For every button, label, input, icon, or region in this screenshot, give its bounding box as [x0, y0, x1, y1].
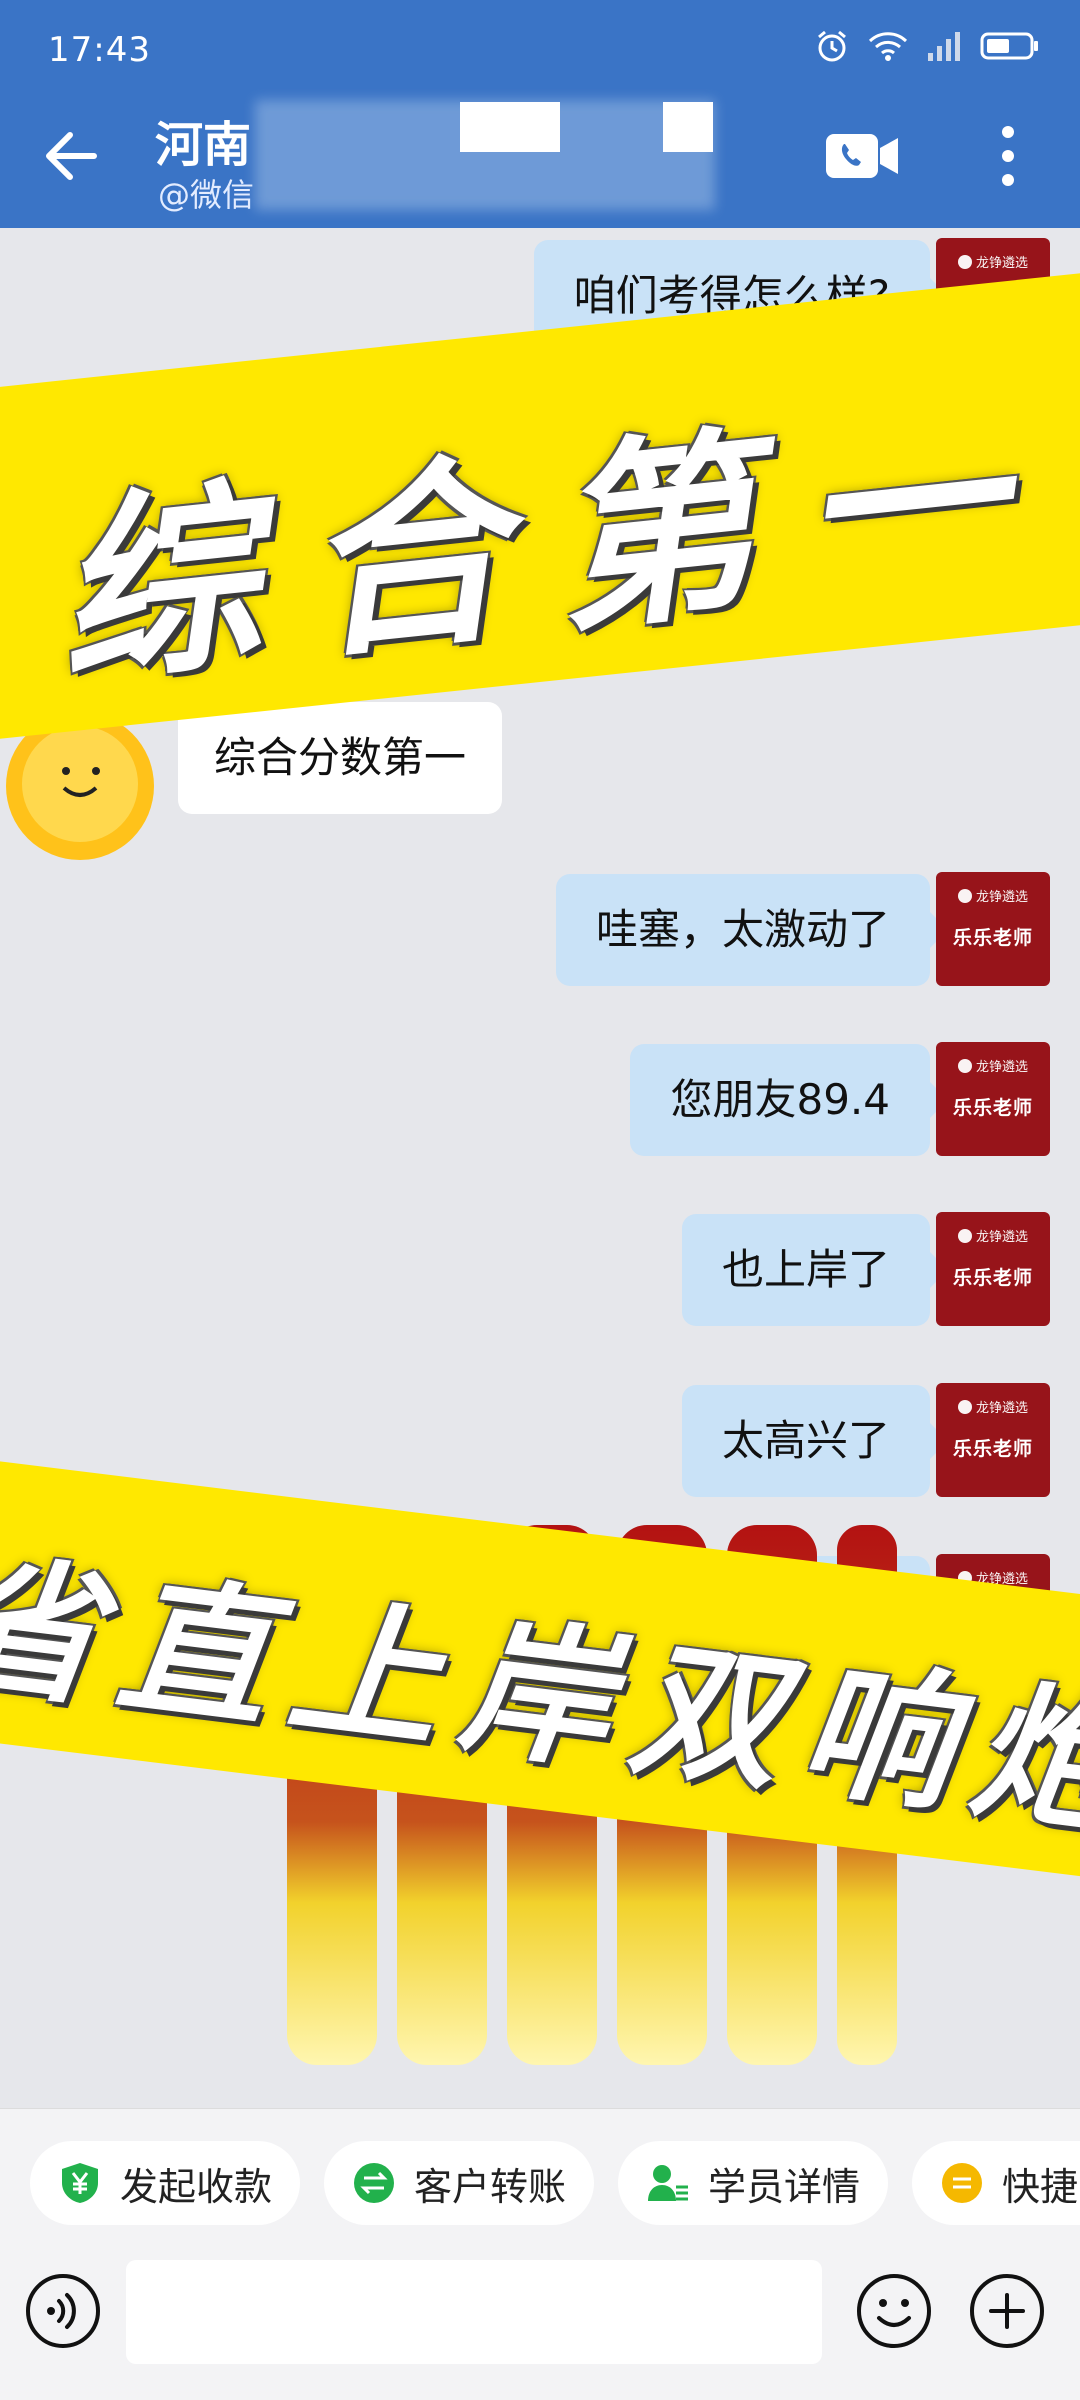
top-bar: 17:43 河南 @微信	[0, 0, 1080, 228]
quick-action-label: 快捷	[1002, 2164, 1079, 2209]
quick-action-quick-reply[interactable]: 快捷	[912, 2141, 1080, 2225]
avatar-brand: 龙铮遴选	[936, 886, 1050, 905]
message-bubble-out[interactable]: 太高兴了	[681, 1385, 949, 1497]
avatar-brand: 龙铮遴选	[936, 1056, 1050, 1075]
teacher-avatar[interactable]: 龙铮遴选 乐乐老师	[936, 1383, 1050, 1497]
message-bubble-out[interactable]: 也上岸了	[681, 1214, 949, 1326]
status-time: 17:43	[48, 30, 151, 70]
status-icons	[814, 28, 1040, 64]
signal-icon	[928, 32, 960, 61]
redaction-box	[460, 102, 560, 152]
battery-icon	[980, 32, 1038, 60]
transfer-icon	[352, 2161, 396, 2205]
avatar-name: 乐乐老师	[952, 1267, 1033, 1289]
plus-icon[interactable]	[968, 2272, 1046, 2350]
quick-action-label: 学员详情	[708, 2164, 861, 2209]
avatar-name: 乐乐老师	[952, 927, 1033, 949]
quick-reply-icon	[940, 2161, 984, 2205]
yuan-shield-icon	[58, 2161, 102, 2205]
teacher-avatar[interactable]: 龙铮遴选 乐乐老师	[936, 1042, 1050, 1156]
back-arrow-icon[interactable]	[34, 118, 110, 194]
voice-input-icon[interactable]	[24, 2272, 102, 2350]
more-options-icon[interactable]	[990, 120, 1026, 192]
message-input[interactable]	[126, 2260, 822, 2364]
alarm-icon	[818, 30, 846, 62]
message-bubble-out[interactable]: 您朋友89.4	[630, 1044, 948, 1156]
avatar-brand: 龙铮遴选	[936, 252, 1050, 271]
quick-action-label: 发起收款	[120, 2164, 273, 2209]
emoji-icon[interactable]	[855, 2272, 933, 2350]
quick-action-payment-request[interactable]: 发起收款	[30, 2141, 301, 2225]
sun-avatar[interactable]	[0, 716, 180, 866]
teacher-avatar[interactable]: 龙铮遴选 乐乐老师	[936, 1212, 1050, 1326]
avatar-name: 乐乐老师	[952, 1097, 1033, 1119]
avatar-name: 乐乐老师	[952, 1438, 1033, 1460]
teacher-avatar[interactable]: 龙铮遴选 乐乐老师	[936, 872, 1050, 986]
user-detail-icon	[646, 2161, 690, 2205]
message-bubble-out[interactable]: 哇塞，太激动了	[555, 874, 949, 986]
video-call-icon[interactable]	[822, 126, 902, 186]
wifi-icon	[868, 32, 908, 61]
quick-action-customer-transfer[interactable]: 客户转账	[324, 2141, 595, 2225]
quick-action-student-details[interactable]: 学员详情	[618, 2141, 889, 2225]
avatar-brand: 龙铮遴选	[936, 1226, 1050, 1245]
message-bubble-in[interactable]: 综合分数第一	[178, 702, 503, 814]
quick-action-bar: 发起收款 客户转账 学员详情 快捷	[0, 2108, 1080, 2258]
quick-action-label: 客户转账	[414, 2164, 567, 2209]
avatar-brand: 龙铮遴选	[936, 1397, 1050, 1416]
chat-subtitle: @微信	[158, 176, 255, 214]
redaction-box	[663, 102, 713, 152]
chat-title: 河南	[155, 117, 252, 173]
